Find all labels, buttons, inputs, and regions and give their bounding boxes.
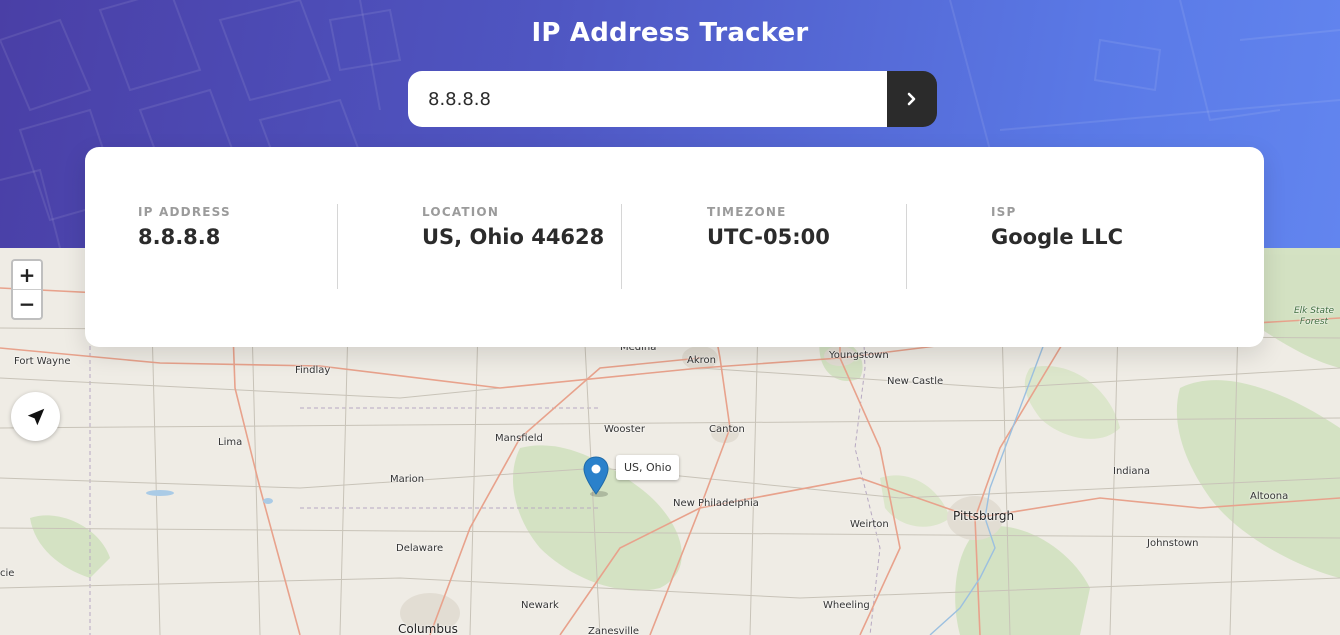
zoom-control: + − <box>11 259 43 320</box>
map-label-indiana: Indiana <box>1113 466 1151 477</box>
map-label-pittsburgh: Pittsburgh <box>953 509 1015 523</box>
map-label-wheeling: Wheeling <box>823 600 870 611</box>
marker-popup: US, Ohio <box>616 455 680 480</box>
map-label-lima: Lima <box>218 437 243 448</box>
location-value: US, Ohio 44628 <box>422 225 605 249</box>
map-label-new-philadelphia: New Philadelphia <box>673 498 759 509</box>
chevron-right-icon <box>907 92 916 106</box>
map-label-mansfield: Mansfield <box>495 433 543 444</box>
locate-me-button[interactable] <box>11 392 60 441</box>
timezone-value: UTC-05:00 <box>707 225 830 249</box>
search-submit-button[interactable] <box>887 71 937 127</box>
isp-stat: ISP Google LLC <box>991 205 1123 249</box>
map-label-johnstown: Johnstown <box>1147 538 1199 549</box>
map-label-youngstown: Youngstown <box>829 350 889 361</box>
divider <box>337 204 338 289</box>
divider <box>906 204 907 289</box>
map-label-newark: Newark <box>521 600 559 611</box>
ip-search-form <box>408 71 937 127</box>
map-pin-icon <box>583 456 609 497</box>
map-label-canton: Canton <box>709 424 745 435</box>
map-label-delaware: Delaware <box>396 543 444 554</box>
timezone-stat: TIMEZONE UTC-05:00 <box>707 205 830 249</box>
map-label-altoona: Altoona <box>1250 491 1289 502</box>
map-label-findlay: Findlay <box>295 365 331 376</box>
timezone-label: TIMEZONE <box>707 205 787 219</box>
ip-address-stat: IP ADDRESS 8.8.8.8 <box>138 205 231 249</box>
ip-search-input[interactable] <box>408 71 887 127</box>
map-label-wooster: Wooster <box>604 424 645 435</box>
ip-info-card: IP ADDRESS 8.8.8.8 LOCATION US, Ohio 446… <box>85 147 1264 347</box>
map-label-elk-state-forest: Elk State Forest <box>1293 306 1335 327</box>
map-label-fort-wayne: Fort Wayne <box>14 356 71 367</box>
map-label-zanesville: Zanesville <box>588 626 640 635</box>
isp-value: Google LLC <box>991 225 1124 249</box>
zoom-out-button[interactable]: − <box>13 289 41 317</box>
navigation-arrow-icon <box>27 408 44 425</box>
map-label-new-castle: New Castle <box>887 376 944 387</box>
map-label-marion: Marion <box>390 474 425 485</box>
ip-address-label: IP ADDRESS <box>138 205 231 219</box>
isp-label: ISP <box>991 205 1017 219</box>
ip-address-value: 8.8.8.8 <box>138 225 221 249</box>
location-label: LOCATION <box>422 205 500 219</box>
location-marker[interactable] <box>583 456 609 502</box>
location-stat: LOCATION US, Ohio 44628 <box>422 205 604 249</box>
map-label-edge: cie <box>0 568 15 579</box>
map-label-weirton: Weirton <box>850 519 889 530</box>
map-label-akron: Akron <box>687 355 716 366</box>
map-label-columbus: Columbus <box>398 622 458 635</box>
divider <box>621 204 622 289</box>
page-title: IP Address Tracker <box>531 18 809 48</box>
zoom-in-button[interactable]: + <box>13 261 41 289</box>
